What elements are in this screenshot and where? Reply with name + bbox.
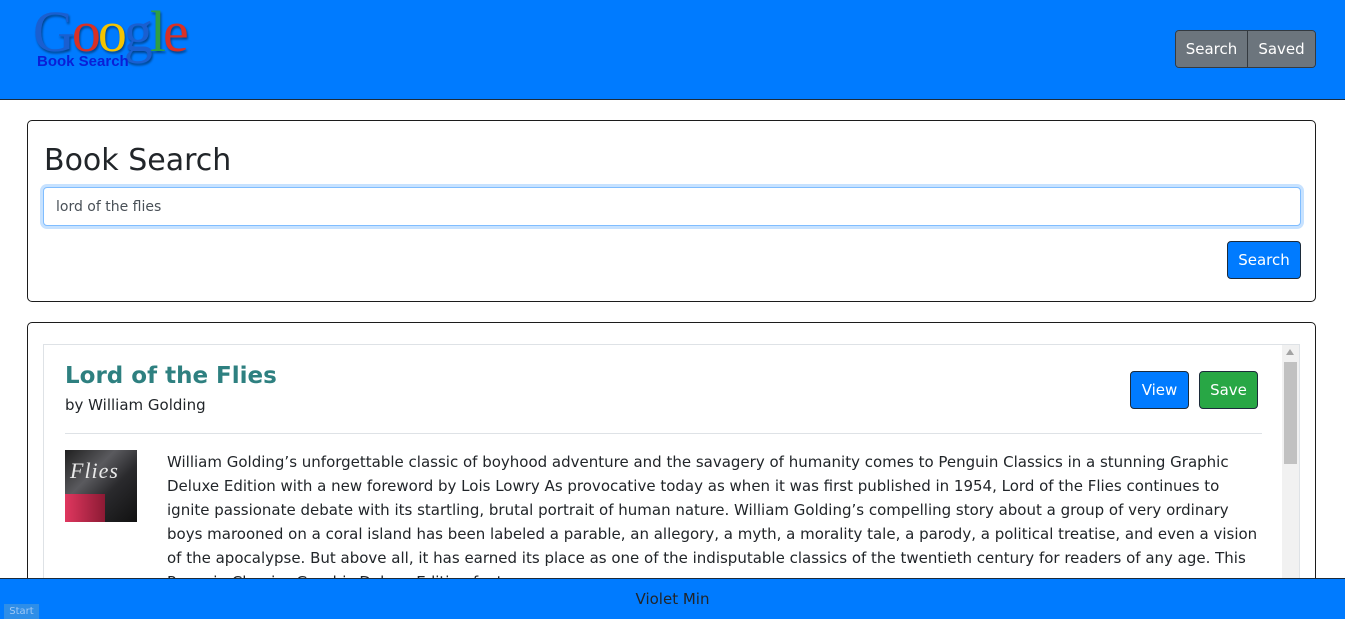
search-button[interactable]: Search [1227,241,1301,279]
footer: Violet Min [0,578,1345,619]
results-card: Lord of the Flies by William Golding Vie… [27,322,1316,592]
scroll-thumb[interactable] [1284,362,1297,464]
save-button[interactable]: Save [1199,371,1258,409]
google-books-logo[interactable]: Google Book Search [30,2,215,78]
scroll-up-arrow-icon[interactable] [1286,349,1294,355]
view-button[interactable]: View [1130,371,1189,409]
book-description: William Golding’s unforgettable classic … [167,453,1258,591]
nav-button-group: Search Saved [1175,30,1316,68]
scrollbar[interactable] [1282,345,1299,591]
nav-saved-button[interactable]: Saved [1248,31,1315,67]
divider [65,433,1262,434]
book-title: Lord of the Flies [65,363,277,389]
book-result: Lord of the Flies by William Golding Vie… [43,344,1300,591]
book-cover-image: Flies [65,450,137,522]
navbar: Google Book Search Search Saved [0,0,1345,100]
search-card: Book Search Search [27,120,1316,302]
logo-subtitle: Book Search [37,53,129,70]
search-input[interactable] [43,187,1301,226]
cover-accent [65,494,105,522]
start-chip[interactable]: Start [4,604,39,619]
page-title: Book Search [44,143,232,178]
cover-text: Flies [70,458,119,483]
book-author: by William Golding [65,396,206,414]
nav-search-button[interactable]: Search [1176,31,1248,67]
